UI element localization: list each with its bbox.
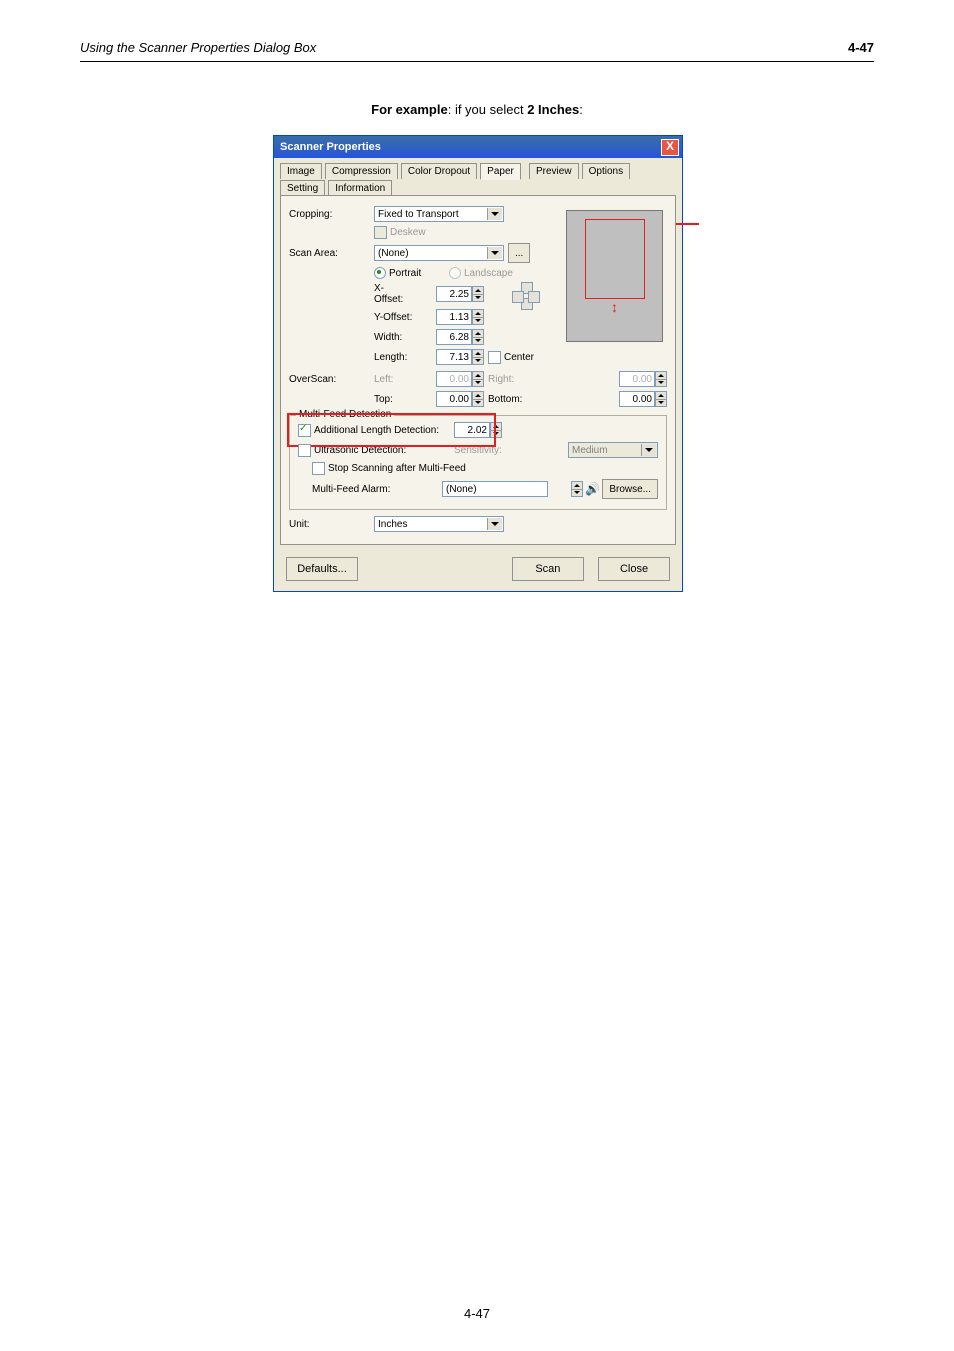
os-bottom-spinner[interactable] xyxy=(655,391,667,407)
sensitivity-select: Medium xyxy=(568,442,658,458)
defaults-button[interactable]: Defaults... xyxy=(286,557,358,581)
dialog-footer: Defaults... Scan Close xyxy=(274,551,682,591)
callout-line xyxy=(673,223,699,225)
os-bottom-label: Bottom: xyxy=(488,394,548,405)
preview-area: ↕ xyxy=(566,210,663,342)
cropping-select[interactable]: Fixed to Transport xyxy=(374,206,504,222)
yoffset-spinner[interactable] xyxy=(472,309,484,325)
browse-button[interactable]: Browse... xyxy=(602,479,658,499)
os-right-spinner xyxy=(655,371,667,387)
scanarea-more-button[interactable]: ... xyxy=(508,243,530,263)
tab-paper[interactable]: Paper xyxy=(480,163,521,180)
window-titlebar: Scanner Properties X xyxy=(274,136,682,158)
os-top-label: Top: xyxy=(374,394,436,405)
portrait-label: Portrait xyxy=(389,268,449,279)
yoffset-input[interactable]: 1.13 xyxy=(436,309,472,325)
paper-panel: ↕ Cropping: Fixed to Transport Deskew Sc xyxy=(280,195,676,545)
ultra-checkbox[interactable] xyxy=(298,444,311,457)
addlen-spinner[interactable] xyxy=(490,422,502,438)
os-left-label: Left: xyxy=(374,374,436,385)
addlen-checkbox[interactable] xyxy=(298,424,311,437)
sens-label: Sensitivity: xyxy=(454,445,544,456)
stopscan-label: Stop Scanning after Multi-Feed xyxy=(328,463,466,474)
length-label: Length: xyxy=(374,352,436,363)
page-number: 4-47 xyxy=(0,1306,954,1321)
preview-rect xyxy=(585,219,645,299)
deskew-checkbox xyxy=(374,226,387,239)
deskew-label: Deskew xyxy=(390,227,426,238)
scanarea-select[interactable]: (None) xyxy=(374,245,504,261)
multifeed-group: Multi-Feed Detection Additional Length D… xyxy=(289,415,667,510)
yoffset-label: Y-Offset: xyxy=(374,312,436,323)
screenshot-container: Scanner Properties X Image Compression C… xyxy=(273,135,681,592)
os-right-input: 0.00 xyxy=(619,371,655,387)
speaker-icon[interactable]: 🔊 xyxy=(585,482,600,496)
ultra-label: Ultrasonic Detection: xyxy=(314,445,454,456)
portrait-radio[interactable] xyxy=(374,267,386,279)
chevron-down-icon xyxy=(641,444,656,456)
mfd-title: Multi-Feed Detection xyxy=(296,409,394,420)
close-icon[interactable]: X xyxy=(661,139,679,156)
close-button[interactable]: Close xyxy=(598,557,670,581)
length-spinner[interactable] xyxy=(472,349,484,365)
os-top-spinner[interactable] xyxy=(472,391,484,407)
length-arrow-icon: ↕ xyxy=(611,299,618,315)
tab-image[interactable]: Image xyxy=(280,163,322,179)
header-left: Using the Scanner Properties Dialog Box xyxy=(80,40,316,55)
tab-options[interactable]: Options xyxy=(582,163,630,179)
overscan-label: OverScan: xyxy=(289,374,374,385)
cropping-label: Cropping: xyxy=(289,209,374,220)
chevron-down-icon xyxy=(487,247,502,259)
os-left-spinner xyxy=(472,371,484,387)
tab-setting[interactable]: Setting xyxy=(280,180,325,196)
landscape-label: Landscape xyxy=(464,268,513,279)
unit-label: Unit: xyxy=(289,519,374,530)
window-title: Scanner Properties xyxy=(280,141,381,153)
chevron-down-icon xyxy=(487,208,502,220)
width-label: Width: xyxy=(374,332,436,343)
tab-compression[interactable]: Compression xyxy=(325,163,398,179)
scanarea-label: Scan Area: xyxy=(289,248,374,259)
xoffset-input[interactable]: 2.25 xyxy=(436,286,472,302)
page-header: Using the Scanner Properties Dialog Box … xyxy=(80,40,874,62)
scan-button[interactable]: Scan xyxy=(512,557,584,581)
tab-preview[interactable]: Preview xyxy=(529,163,579,179)
chevron-down-icon xyxy=(487,518,502,530)
header-right: 4-47 xyxy=(848,40,874,55)
landscape-radio xyxy=(449,267,461,279)
addlen-input[interactable]: 2.02 xyxy=(454,422,490,438)
mfalarm-label: Multi-Feed Alarm: xyxy=(312,484,442,495)
os-bottom-input[interactable]: 0.00 xyxy=(619,391,655,407)
stopscan-checkbox[interactable] xyxy=(312,462,325,475)
xoffset-spinner[interactable] xyxy=(472,286,484,302)
width-spinner[interactable] xyxy=(472,329,484,345)
center-checkbox[interactable] xyxy=(488,351,501,364)
offset-pad[interactable] xyxy=(512,282,540,310)
scanner-properties-window: Scanner Properties X Image Compression C… xyxy=(273,135,683,592)
unit-select[interactable]: Inches xyxy=(374,516,504,532)
os-left-input: 0.00 xyxy=(436,371,472,387)
mfalarm-value: (None) xyxy=(442,481,548,497)
os-right-label: Right: xyxy=(488,374,548,385)
alarm-spinner[interactable] xyxy=(571,481,583,497)
tab-color-dropout[interactable]: Color Dropout xyxy=(401,163,477,179)
example-caption: For example: if you select 2 Inches: xyxy=(80,102,874,117)
width-input[interactable]: 6.28 xyxy=(436,329,472,345)
tab-information[interactable]: Information xyxy=(328,180,392,196)
length-input[interactable]: 7.13 xyxy=(436,349,472,365)
os-top-input[interactable]: 0.00 xyxy=(436,391,472,407)
center-label: Center xyxy=(504,352,534,363)
addlen-label: Additional Length Detection: xyxy=(314,425,454,436)
tab-strip: Image Compression Color Dropout Paper Pr… xyxy=(274,158,682,195)
